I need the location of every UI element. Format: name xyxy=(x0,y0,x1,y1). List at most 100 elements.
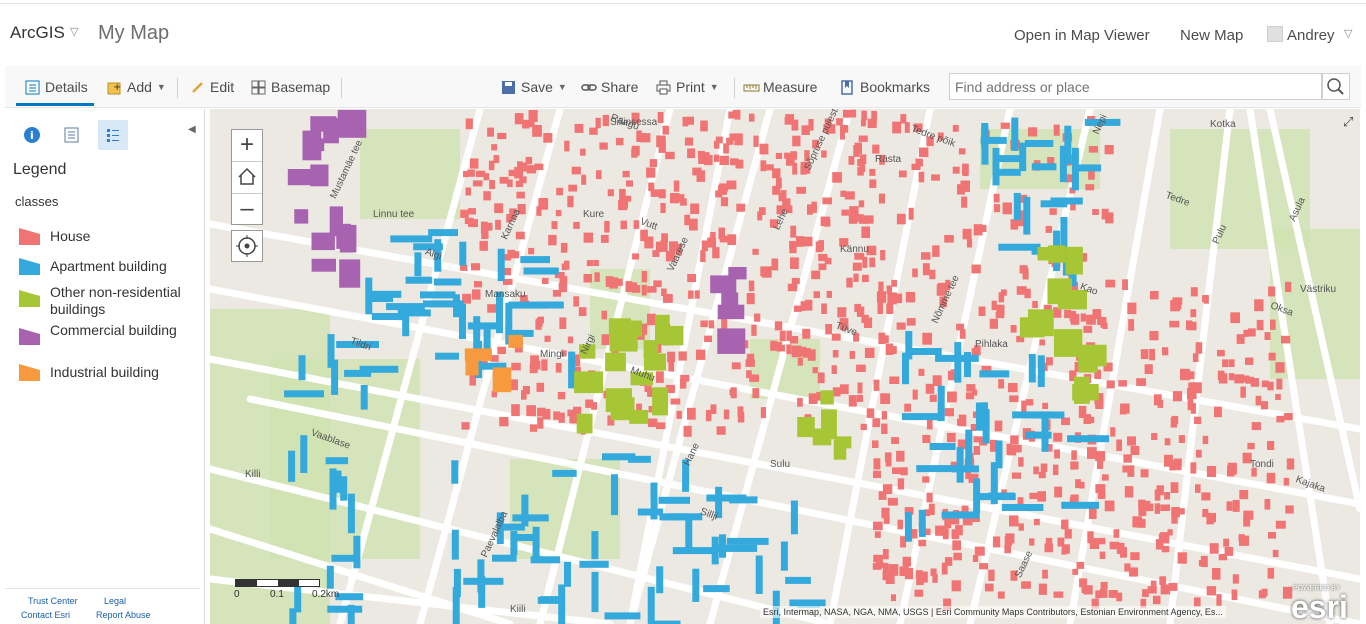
building-house xyxy=(646,167,656,178)
chevron-down-icon: ▼ xyxy=(709,82,719,92)
building-house xyxy=(881,411,887,420)
building-house xyxy=(1092,209,1099,215)
building-apartment xyxy=(459,303,466,340)
report-abuse-link[interactable]: Report Abuse xyxy=(96,610,151,620)
building-house xyxy=(1195,342,1203,354)
building-house xyxy=(737,411,745,423)
fullscreen-icon[interactable]: ⤢ xyxy=(1343,114,1353,130)
building-house xyxy=(971,389,978,396)
building-house xyxy=(1234,374,1245,384)
building-house xyxy=(1119,407,1127,415)
avatar[interactable] xyxy=(1267,26,1283,42)
building-house xyxy=(1200,555,1208,568)
collapse-panel-icon[interactable]: ◀ xyxy=(188,124,196,135)
measure-button[interactable]: Measure xyxy=(743,77,817,97)
home-button[interactable] xyxy=(232,162,262,194)
contact-esri-link[interactable]: Contact Esri xyxy=(21,610,70,620)
details-button[interactable]: Details xyxy=(25,77,88,97)
locate-button[interactable] xyxy=(231,230,263,262)
building-house xyxy=(752,388,760,398)
building-house xyxy=(821,303,827,314)
building-house xyxy=(881,507,890,519)
building-house xyxy=(1276,378,1283,390)
building-house xyxy=(1256,319,1264,331)
building-house xyxy=(1254,299,1264,312)
map-attribution[interactable]: Esri, Intermap, NASA, NGA, NMA, USGS | E… xyxy=(760,606,1226,618)
tab-legend[interactable] xyxy=(98,120,128,150)
building-house xyxy=(998,292,1005,303)
print-button[interactable]: Print ▼ xyxy=(656,77,719,97)
building-house xyxy=(902,566,909,573)
search-input[interactable] xyxy=(949,73,1322,100)
building-house xyxy=(880,393,891,404)
building-house xyxy=(989,318,998,329)
building-house xyxy=(700,320,708,328)
chevron-down-icon[interactable]: ▽ xyxy=(70,25,78,38)
building-house xyxy=(1136,518,1146,528)
building-house xyxy=(1061,417,1070,426)
zoom-out-button[interactable]: – xyxy=(232,194,262,226)
share-button[interactable]: Share xyxy=(581,77,638,97)
legal-link[interactable]: Legal xyxy=(104,596,126,606)
building-house xyxy=(1159,576,1167,586)
map-canvas[interactable] xyxy=(210,109,1360,624)
tab-about[interactable]: i xyxy=(17,120,47,150)
building-house xyxy=(846,277,853,288)
building-house xyxy=(555,363,562,373)
building-house xyxy=(474,281,483,288)
new-map-link[interactable]: New Map xyxy=(1180,27,1243,44)
zoom-in-button[interactable]: + xyxy=(232,130,262,162)
chevron-down-icon[interactable]: ▽ xyxy=(1344,27,1352,40)
building-house xyxy=(840,190,846,197)
save-button[interactable]: Save ▼ xyxy=(501,77,567,97)
building-house xyxy=(1160,504,1170,511)
building-house xyxy=(1227,462,1237,475)
building-house xyxy=(1064,529,1072,539)
building-house xyxy=(1275,393,1281,400)
building-apartment xyxy=(1012,411,1054,419)
building-apartment xyxy=(911,348,942,355)
building-house xyxy=(644,236,654,249)
search-button[interactable] xyxy=(1322,73,1350,100)
building-house xyxy=(1264,332,1271,340)
tab-content[interactable] xyxy=(57,120,87,150)
building-house xyxy=(1195,484,1201,493)
trust-center-link[interactable]: Trust Center xyxy=(28,596,78,606)
basemap-button[interactable]: Basemap xyxy=(251,77,330,97)
map-view[interactable]: Raagu Sõpruse puiestee Rästa Tedre põik Must… xyxy=(210,109,1360,624)
building-house xyxy=(631,148,638,158)
building-house xyxy=(958,148,966,155)
building-house xyxy=(902,556,911,567)
building-house xyxy=(649,159,658,167)
building-house xyxy=(726,137,734,145)
building-house xyxy=(922,434,931,443)
building-house xyxy=(528,247,535,255)
building-house xyxy=(1097,460,1104,469)
user-menu[interactable]: Andrey xyxy=(1287,27,1335,44)
building-house xyxy=(636,403,642,411)
panel-resize-handle[interactable]: ⋮ xyxy=(206,355,216,375)
building-industrial xyxy=(492,367,512,393)
legend-swatch xyxy=(19,258,40,275)
building-house xyxy=(541,359,548,371)
building-house xyxy=(892,467,902,474)
add-button[interactable]: + Add ▼ xyxy=(107,77,166,97)
building-house xyxy=(852,262,862,271)
building-house xyxy=(912,389,918,400)
building-apartment xyxy=(451,529,459,560)
building-house xyxy=(878,491,887,500)
bookmarks-button[interactable]: Bookmarks xyxy=(840,77,930,97)
building-house xyxy=(460,264,468,271)
building-house xyxy=(745,359,755,367)
edit-button[interactable]: Edit xyxy=(190,77,234,97)
building-house xyxy=(1083,414,1091,424)
building-house xyxy=(1122,279,1128,290)
building-house xyxy=(1285,281,1292,293)
building-house xyxy=(644,385,652,392)
arcgis-brand[interactable]: ArcGIS xyxy=(10,23,65,43)
building-house xyxy=(1239,490,1249,500)
building-house xyxy=(655,422,666,430)
esri-logo[interactable]: esri xyxy=(1291,589,1348,624)
open-in-map-viewer-link[interactable]: Open in Map Viewer xyxy=(1014,27,1150,44)
building-house xyxy=(922,332,932,345)
